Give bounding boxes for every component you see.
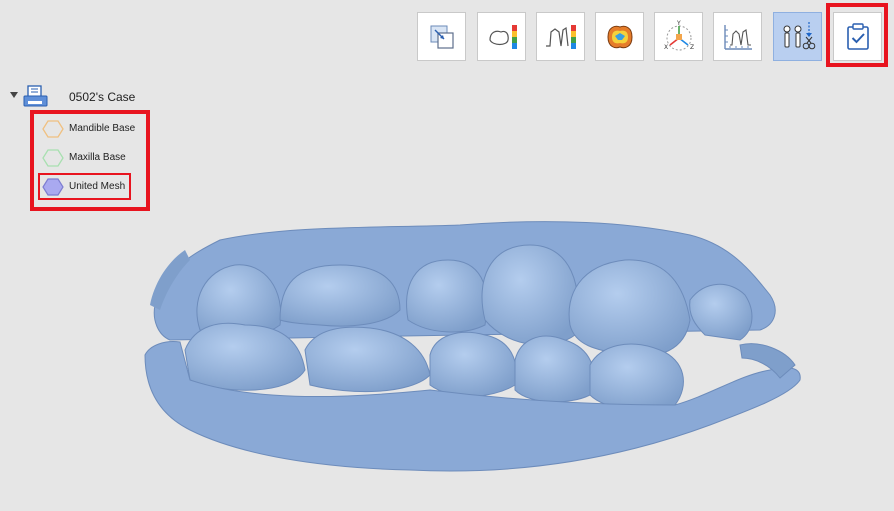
tooth-color-scale-icon: [488, 24, 517, 49]
united-mesh-highlight-box: [38, 173, 131, 200]
occlusion-map-button[interactable]: [595, 12, 644, 61]
case-printer-icon: [23, 85, 48, 107]
svg-text:X: X: [664, 44, 668, 51]
case-label: 0502's Case: [69, 90, 136, 104]
dental-scan-model[interactable]: [130, 200, 810, 500]
expand-arrow-icon[interactable]: [10, 92, 18, 98]
cross-section-map-button[interactable]: [536, 12, 585, 61]
confirm-highlight-box: [826, 3, 888, 67]
case-tree-node[interactable]: 0502's Case: [10, 84, 190, 110]
svg-text:Y: Y: [676, 20, 681, 27]
xyz-axis-icon: Y X Z: [664, 20, 694, 51]
trim-scissors-icon: [783, 21, 815, 49]
measure-button[interactable]: [713, 12, 762, 61]
distance-map-button[interactable]: [477, 12, 526, 61]
coordinate-axis-button[interactable]: Y X Z: [654, 12, 703, 61]
occlusion-heatmap-icon: [606, 25, 633, 48]
move-tool-button[interactable]: [417, 12, 466, 61]
ruler-profile-icon: [723, 24, 752, 50]
profile-color-scale-icon: [545, 24, 576, 49]
move-icon: [430, 25, 454, 49]
trim-tool-button[interactable]: [773, 12, 822, 61]
svg-text:Z: Z: [690, 44, 694, 51]
